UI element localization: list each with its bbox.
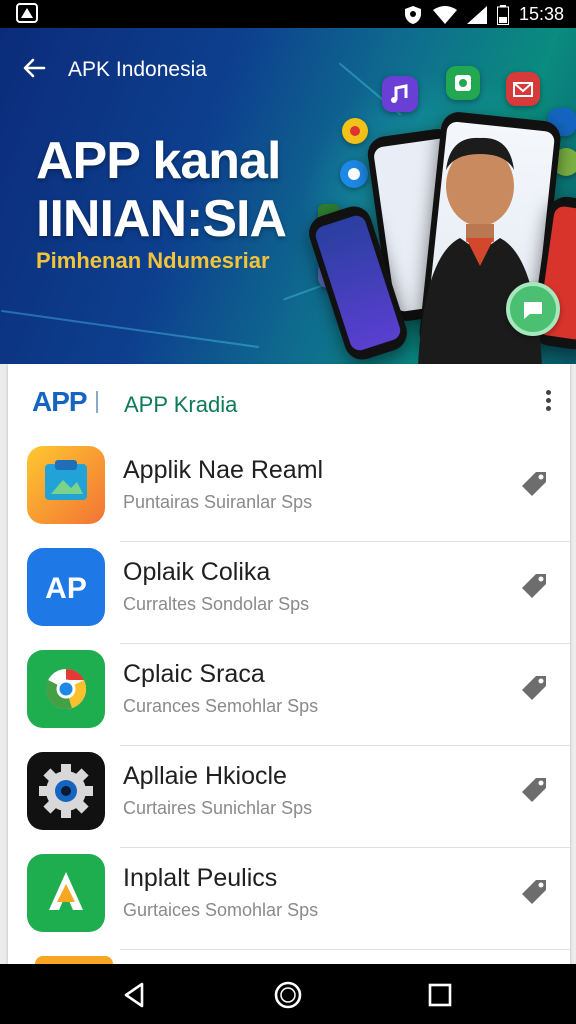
- app-title: Apllaie Hkiocle: [123, 762, 287, 790]
- wifi-icon: [432, 5, 457, 24]
- app-title: Oplaik Colika: [123, 558, 271, 586]
- list-item[interactable]: Apllaie Hkiocle Curtaires Sunichlar Sps: [8, 746, 570, 848]
- list-item[interactable]: Cplaic Sraca Curances Semohlar Sps: [8, 644, 570, 746]
- hero-title-line1: APP kanal: [36, 132, 281, 190]
- hero-subtitle: Pimhenan Ndumesriar: [36, 248, 270, 273]
- list-item[interactable]: Applik Nae Reaml Puntairas Suiranlar Sps: [8, 440, 570, 542]
- more-vert-icon[interactable]: [544, 390, 552, 414]
- install-tag-icon[interactable]: [518, 672, 550, 704]
- hero-title: APP kanal IINIAN:SIA: [36, 132, 287, 248]
- nav-home-icon[interactable]: [273, 980, 303, 1010]
- gallery-icon: [27, 446, 105, 524]
- app-list-card: APP APP Kradia Applik Nae Reaml Puntaira…: [8, 364, 570, 964]
- install-tag-icon[interactable]: [518, 876, 550, 908]
- app-subtitle: Curraltes Sondolar Sps: [123, 594, 310, 614]
- back-arrow-icon[interactable]: [20, 54, 48, 82]
- clock: 15:38: [518, 4, 564, 24]
- system-nav-bar: [0, 964, 576, 1024]
- app-subtitle: Curtaires Sunichlar Sps: [123, 798, 313, 818]
- chrome-icon: [27, 650, 105, 728]
- map-app-icon: [446, 66, 480, 100]
- app-bar: APK Indonesia: [0, 28, 576, 108]
- card-header: APP APP Kradia: [8, 364, 570, 440]
- hero-title-line2: IINIAN:SIA: [36, 190, 287, 248]
- nav-recents-icon[interactable]: [425, 980, 455, 1010]
- notification-icon: [16, 3, 38, 23]
- content-area: APP APP Kradia Applik Nae Reaml Puntaira…: [0, 364, 576, 964]
- settings-gear-icon: [27, 752, 105, 830]
- mail-app-icon: [506, 72, 540, 106]
- install-tag-icon[interactable]: [518, 774, 550, 806]
- card-title: APP Kradia: [124, 392, 238, 417]
- chat-app-icon: [342, 118, 368, 144]
- music-app-icon: [382, 76, 418, 112]
- list-item[interactable]: AP Oplaik Colika Curraltes Sondolar Sps: [8, 542, 570, 644]
- app-logo: APP: [32, 386, 88, 417]
- partial-app-icon: [35, 956, 113, 964]
- browser-app-icon: [340, 160, 368, 188]
- app-subtitle: Gurtaices Somohlar Sps: [123, 900, 319, 920]
- status-bar: 15:38: [0, 0, 576, 28]
- list-item[interactable]: Inplalt Peulics Gurtaices Somohlar Sps: [8, 848, 570, 950]
- vpn-shield-icon: [404, 5, 421, 24]
- app-subtitle: Puntairas Suiranlar Sps: [123, 492, 313, 512]
- app-title: Inplalt Peulics: [123, 864, 278, 892]
- play-arrow-icon: [27, 854, 105, 932]
- signal-icon: [466, 5, 487, 24]
- app-subtitle: Curances Semohlar Sps: [123, 696, 319, 716]
- app-list: Applik Nae Reaml Puntairas Suiranlar Sps…: [8, 440, 570, 950]
- hero-banner: APK Indonesia APP kanal IINIAN:SIA Pimhe…: [0, 28, 576, 364]
- svg-text:AP: AP: [45, 572, 87, 605]
- ap-icon: AP: [27, 548, 105, 626]
- install-tag-icon[interactable]: [518, 468, 550, 500]
- install-tag-icon[interactable]: [518, 570, 550, 602]
- app-title: Applik Nae Reaml: [123, 456, 324, 484]
- battery-icon: [496, 4, 509, 25]
- app-bar-title: APK Indonesia: [68, 58, 207, 81]
- chat-bubble-icon: [506, 282, 560, 336]
- nav-back-icon[interactable]: [120, 980, 150, 1010]
- app-title: Cplaic Sraca: [123, 660, 265, 688]
